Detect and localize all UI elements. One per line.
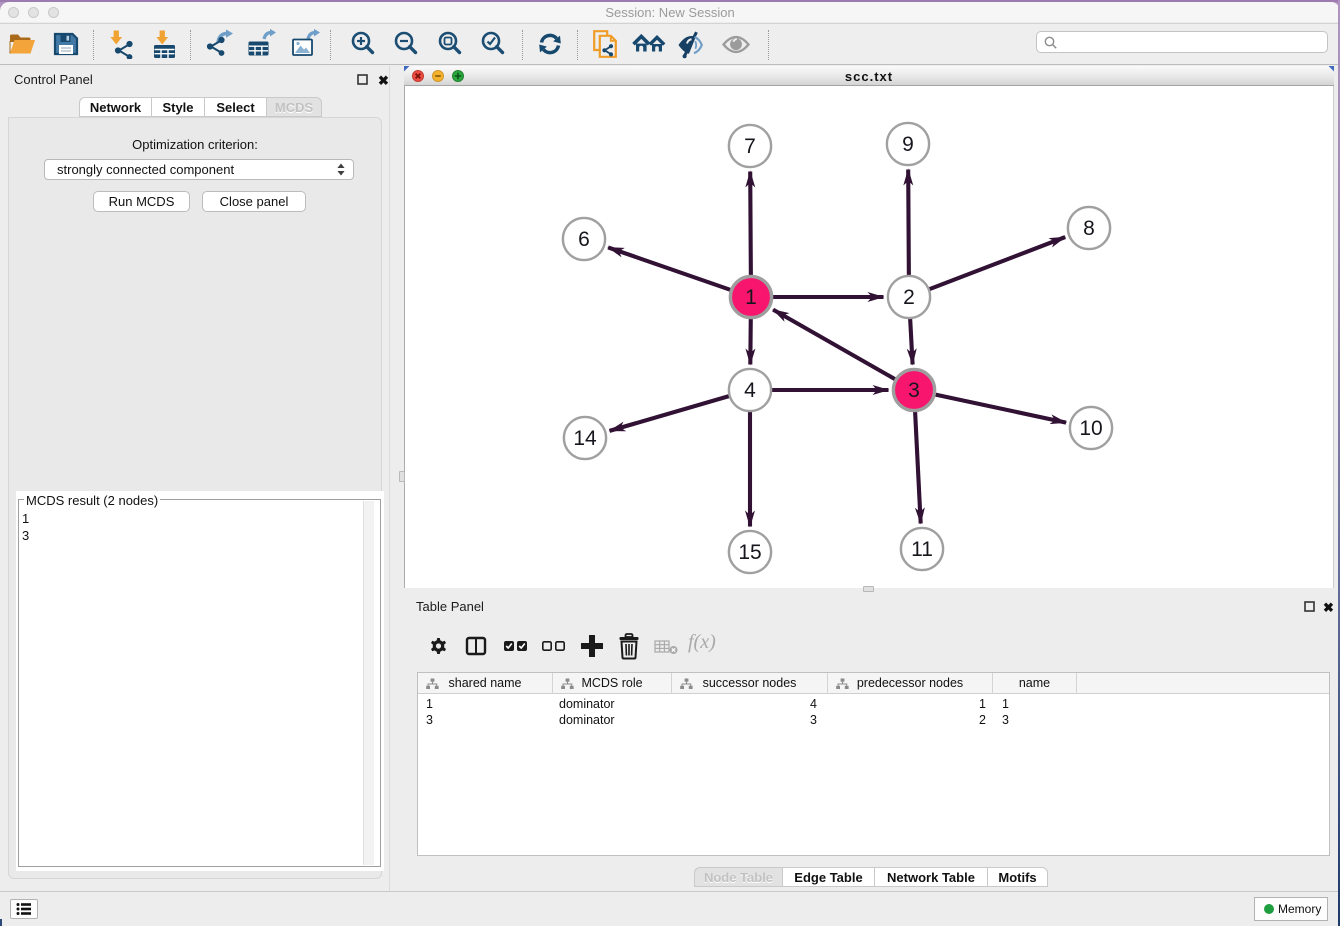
svg-text:6: 6 (578, 228, 590, 251)
svg-text:3: 3 (908, 379, 920, 402)
svg-text:10: 10 (1079, 417, 1102, 440)
svg-text:11: 11 (911, 538, 933, 561)
svg-text:9: 9 (902, 133, 914, 156)
svg-text:4: 4 (744, 379, 756, 402)
svg-text:1: 1 (745, 286, 757, 309)
svg-text:2: 2 (903, 286, 915, 309)
svg-text:8: 8 (1083, 217, 1095, 240)
svg-text:7: 7 (744, 135, 756, 158)
svg-text:14: 14 (573, 427, 597, 450)
svg-text:15: 15 (738, 541, 761, 564)
